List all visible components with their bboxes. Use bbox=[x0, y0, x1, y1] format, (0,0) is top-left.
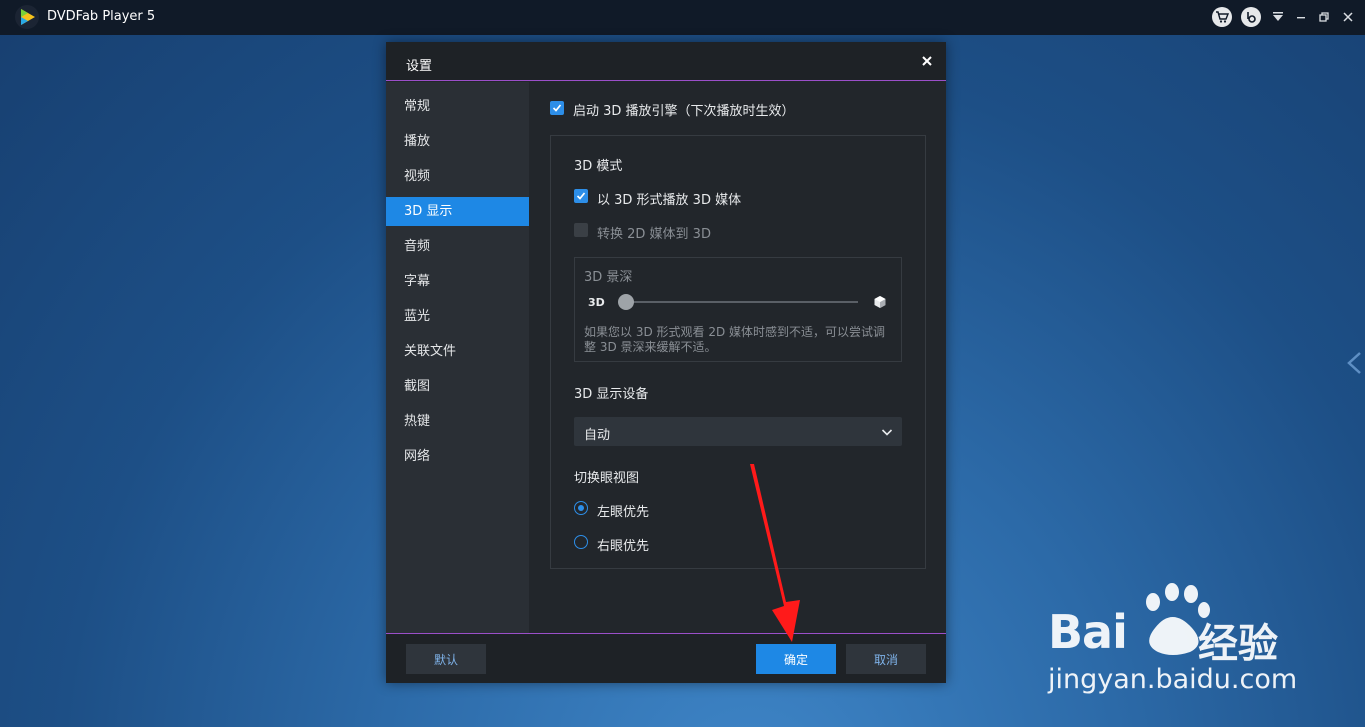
watermark-logo-cn: 经验 bbox=[1198, 621, 1278, 667]
enable-3d-label: 启动 3D 播放引擎（下次播放时生效） bbox=[573, 104, 795, 119]
convert-2d-label: 转换 2D 媒体到 3D bbox=[597, 227, 711, 242]
chevron-down-icon bbox=[881, 429, 893, 436]
default-button[interactable]: 默认 bbox=[406, 644, 486, 674]
nav-item-file-association[interactable]: 关联文件 bbox=[386, 337, 529, 366]
dialog-header: 设置 bbox=[386, 42, 946, 81]
right-eye-radio[interactable] bbox=[574, 535, 588, 549]
play-3d-label: 以 3D 形式播放 3D 媒体 bbox=[597, 193, 742, 208]
play-3d-checkbox[interactable] bbox=[574, 189, 588, 203]
nav-item-hotkeys[interactable]: 热键 bbox=[386, 407, 529, 436]
nav-item-playback[interactable]: 播放 bbox=[386, 127, 529, 156]
app-title: DVDFab Player 5 bbox=[47, 9, 156, 24]
ok-button[interactable]: 确定 bbox=[756, 644, 836, 674]
title-bar: DVDFab Player 5 bbox=[0, 0, 1365, 35]
depth-heading: 3D 景深 bbox=[584, 270, 633, 285]
cart-icon[interactable] bbox=[1212, 7, 1232, 27]
nav-item-network[interactable]: 网络 bbox=[386, 442, 529, 471]
chevron-left-icon[interactable] bbox=[1345, 350, 1363, 376]
convert-2d-checkbox[interactable] bbox=[574, 223, 588, 237]
nav-item-general[interactable]: 常规 bbox=[386, 92, 529, 121]
left-eye-label: 左眼优先 bbox=[597, 505, 650, 520]
nav-item-audio[interactable]: 音频 bbox=[386, 232, 529, 261]
display-device-value: 自动 bbox=[584, 428, 611, 443]
watermark-url: jingyan.baidu.com bbox=[1048, 664, 1298, 695]
eye-heading: 切换眼视图 bbox=[574, 471, 640, 486]
close-app-icon[interactable] bbox=[1338, 7, 1358, 27]
dialog-footer: 默认 确定 取消 bbox=[386, 633, 946, 683]
display-device-select[interactable]: 自动 bbox=[574, 417, 902, 446]
cancel-button[interactable]: 取消 bbox=[846, 644, 926, 674]
nav-item-screenshot[interactable]: 截图 bbox=[386, 372, 529, 401]
nav-item-3d-display[interactable]: 3D 显示 bbox=[386, 197, 529, 226]
app-logo-icon bbox=[15, 5, 39, 29]
annotation-arrow bbox=[750, 464, 800, 642]
mode-heading: 3D 模式 bbox=[574, 159, 623, 174]
check-icon bbox=[552, 104, 562, 112]
right-eye-label: 右眼优先 bbox=[597, 539, 650, 554]
watermark-logo-text: Bai bbox=[1048, 605, 1128, 659]
device-heading: 3D 显示设备 bbox=[574, 387, 649, 402]
depth-min-label: 3D bbox=[588, 296, 605, 309]
settings-dialog: 设置 常规 播放 视频 3D 显示 音频 字幕 蓝光 关联文件 截图 热键 网络… bbox=[386, 42, 946, 683]
settings-nav: 常规 播放 视频 3D 显示 音频 字幕 蓝光 关联文件 截图 热键 网络 bbox=[386, 82, 529, 633]
left-eye-radio[interactable] bbox=[574, 501, 588, 515]
nav-item-bluray[interactable]: 蓝光 bbox=[386, 302, 529, 331]
depth-slider-track[interactable] bbox=[626, 301, 858, 303]
depth-slider-thumb[interactable] bbox=[618, 294, 634, 310]
dialog-title: 设置 bbox=[406, 59, 433, 74]
cube-icon bbox=[874, 296, 886, 308]
restore-icon[interactable] bbox=[1314, 7, 1334, 27]
nav-item-subtitles[interactable]: 字幕 bbox=[386, 267, 529, 296]
minimize-icon[interactable] bbox=[1291, 7, 1311, 27]
check-icon bbox=[576, 192, 586, 200]
close-icon[interactable] bbox=[918, 52, 936, 70]
feedback-icon[interactable] bbox=[1241, 7, 1261, 27]
enable-3d-checkbox[interactable] bbox=[550, 101, 564, 115]
menu-dropdown-icon[interactable] bbox=[1268, 7, 1288, 27]
depth-hint: 如果您以 3D 形式观看 2D 媒体时感到不适，可以尝试调整 3D 景深来缓解不… bbox=[584, 325, 886, 354]
nav-item-video[interactable]: 视频 bbox=[386, 162, 529, 191]
